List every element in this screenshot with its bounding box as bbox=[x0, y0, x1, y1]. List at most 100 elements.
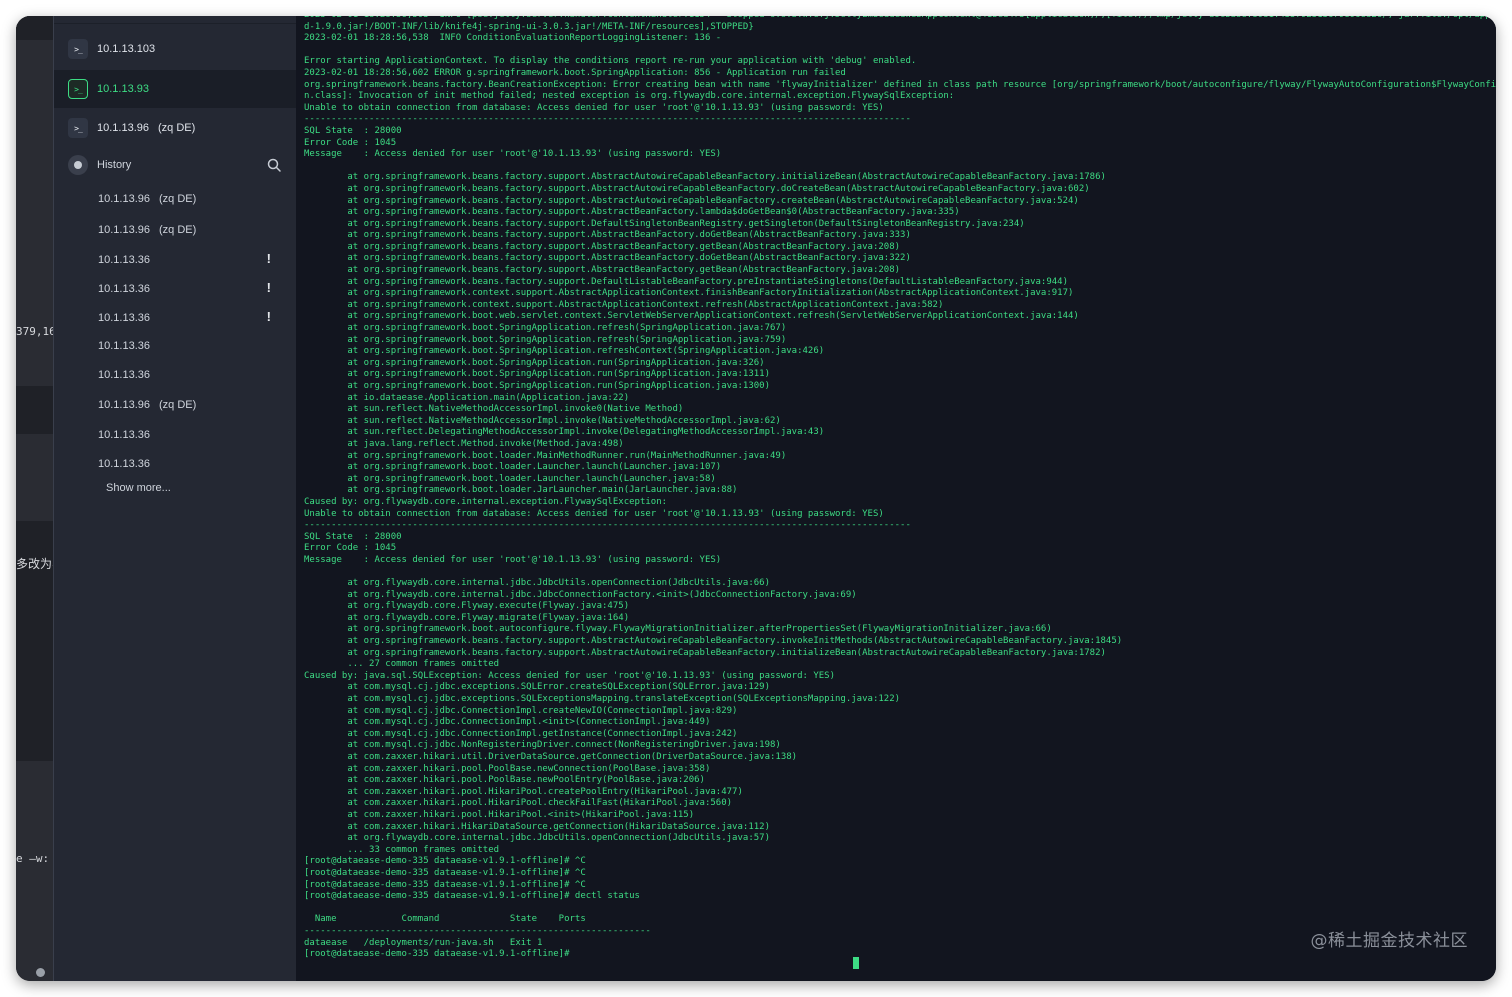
terminal-line: at org.flywaydb.core.internal.jdbc.JdbcU… bbox=[304, 578, 770, 589]
background-dot bbox=[36, 968, 45, 977]
terminal-line: at org.springframework.beans.factory.sup… bbox=[304, 253, 911, 264]
terminal-icon: >_ bbox=[68, 79, 88, 99]
terminal-line: at org.flywaydb.core.Flyway.execute(Flyw… bbox=[304, 601, 630, 612]
terminal-line: at com.zaxxer.hikari.pool.HikariPool.che… bbox=[304, 798, 733, 809]
history-item-label: 10.1.13.36 bbox=[98, 311, 150, 324]
history-item[interactable]: 10.1.13.96 (zq DE) bbox=[54, 184, 296, 213]
background-cjk-text: 多改为实 bbox=[16, 557, 53, 571]
terminal-line: 2023-02-01 18:28:56,503 INFO [pse.jetty.… bbox=[304, 16, 1496, 22]
terminal-line: at com.mysql.cj.jdbc.ConnectionImpl.crea… bbox=[304, 705, 738, 716]
watermark: @稀土掘金技术社区 bbox=[1310, 931, 1468, 951]
terminal-line: d-1.9.0.jar!/BOOT-INF/lib/knife4j-spring… bbox=[304, 21, 754, 32]
terminal-line: at com.zaxxer.hikari.pool.HikariPool.cre… bbox=[304, 786, 743, 797]
history-item-tag: (zq DE) bbox=[159, 192, 197, 205]
terminal-line: Error starting ApplicationContext. To di… bbox=[304, 56, 917, 67]
terminal-line: at org.springframework.beans.factory.sup… bbox=[304, 183, 1090, 194]
terminal-line: at com.zaxxer.hikari.pool.PoolBase.newPo… bbox=[304, 775, 705, 786]
terminal-line: at com.zaxxer.hikari.HikariDataSource.ge… bbox=[304, 821, 770, 832]
history-item-label: 10.1.13.96 bbox=[98, 192, 150, 205]
terminal-line: at sun.reflect.DelegatingMethodAccessorI… bbox=[304, 427, 825, 438]
history-item-label: 10.1.13.36 bbox=[98, 253, 150, 266]
terminal-line: at com.zaxxer.hikari.pool.HikariPool.<in… bbox=[304, 809, 695, 820]
terminal-line: at org.flywaydb.core.internal.jdbc.JdbcC… bbox=[304, 589, 857, 600]
history-item[interactable]: 10.1.13.96 (zq DE) bbox=[54, 390, 296, 419]
background-coords-text: 379,16 bbox=[16, 325, 53, 338]
terminal-line: at com.zaxxer.hikari.pool.PoolBase.newCo… bbox=[304, 763, 711, 774]
terminal-line: at org.springframework.boot.loader.MainM… bbox=[304, 450, 787, 461]
history-item-label: 10.1.13.96 bbox=[98, 223, 150, 236]
connection-tag: (zq DE) bbox=[158, 122, 196, 134]
history-header: History bbox=[54, 149, 296, 181]
terminal-line: at org.springframework.boot.SpringApplic… bbox=[304, 346, 825, 357]
terminal-line: at org.flywaydb.core.Flyway.migrate(Flyw… bbox=[304, 612, 630, 623]
terminal-line: 2023-02-01 18:28:56,602 ERROR g.springfr… bbox=[304, 67, 846, 78]
terminal-line: at org.springframework.beans.factory.sup… bbox=[304, 218, 1025, 229]
terminal-line: Message : Access denied for user 'root'@… bbox=[304, 554, 722, 565]
terminal-line: Error Code : 1045 bbox=[304, 543, 397, 554]
terminal-line: at org.springframework.boot.SpringApplic… bbox=[304, 369, 770, 380]
terminal-line: SQL State : 28000 bbox=[304, 531, 402, 542]
terminal-lines: 2023-02-01 18:28:56,503 INFO [pse.jetty.… bbox=[304, 16, 1496, 961]
history-item[interactable]: 10.1.13.36 ! bbox=[54, 303, 296, 332]
terminal-line: at org.springframework.beans.factory.sup… bbox=[304, 172, 1106, 183]
terminal-line: at org.springframework.beans.factory.sup… bbox=[304, 276, 1069, 287]
terminal-line: n.class]: Invocation of init method fail… bbox=[304, 91, 955, 102]
terminal-line: at org.springframework.boot.SpringApplic… bbox=[304, 381, 770, 391]
history-item[interactable]: 10.1.13.36 ! bbox=[54, 245, 296, 274]
sidebar-connection[interactable]: >_ 10.1.13.103 bbox=[54, 30, 296, 68]
terminal-line: at org.springframework.boot.loader.Launc… bbox=[304, 462, 722, 473]
terminal-line: at org.springframework.boot.loader.JarLa… bbox=[304, 485, 738, 496]
connection-label: 10.1.13.96 bbox=[97, 122, 149, 134]
history-item[interactable]: 10.1.13.36 ! bbox=[54, 274, 296, 303]
terminal-output[interactable]: 2023-02-01 18:28:56,503 INFO [pse.jetty.… bbox=[296, 16, 1496, 981]
terminal-line: org.springframework.beans.factory.BeanCr… bbox=[304, 79, 1496, 90]
sidebar: >_ 10.1.13.103 >_ 10.1.13.93 >_ 10.1.13.… bbox=[53, 16, 296, 981]
history-item[interactable]: 10.1.13.36 bbox=[54, 449, 296, 478]
show-more-link[interactable]: Show more... bbox=[106, 482, 171, 494]
history-item[interactable]: 10.1.13.36 bbox=[54, 420, 296, 449]
terminal-line: [root@dataease-demo-335 dataease-v1.9.1-… bbox=[304, 891, 640, 902]
history-item-label: 10.1.13.96 bbox=[98, 398, 150, 411]
terminal-line: at io.dataease.Application.main(Applicat… bbox=[304, 392, 630, 403]
terminal-line: ... 33 common frames omitted bbox=[304, 844, 500, 855]
terminal-line: [root@dataease-demo-335 dataease-v1.9.1-… bbox=[304, 879, 586, 890]
terminal-line: at org.springframework.context.support.A… bbox=[304, 299, 944, 310]
terminal-line: at org.springframework.beans.factory.sup… bbox=[304, 207, 960, 218]
terminal-line: at com.mysql.cj.jdbc.exceptions.SQLExcep… bbox=[304, 694, 901, 705]
history-item[interactable]: 10.1.13.96 (zq DE) bbox=[54, 215, 296, 244]
sidebar-connection[interactable]: >_ 10.1.13.96 (zq DE) bbox=[54, 109, 296, 147]
terminal-line: at org.flywaydb.core.internal.jdbc.JdbcU… bbox=[304, 833, 770, 844]
sidebar-connection-active[interactable]: >_ 10.1.13.93 bbox=[54, 70, 296, 108]
warning-icon: ! bbox=[266, 280, 271, 295]
history-item[interactable]: 10.1.13.36 bbox=[54, 331, 296, 360]
terminal-icon: >_ bbox=[68, 118, 88, 138]
terminal-line: at java.lang.reflect.Method.invoke(Metho… bbox=[304, 438, 624, 449]
history-item-label: 10.1.13.36 bbox=[98, 339, 150, 352]
terminal-line: at org.springframework.boot.web.servlet.… bbox=[304, 311, 1079, 322]
terminal-line: ----------------------------------------… bbox=[304, 520, 911, 531]
search-icon[interactable] bbox=[267, 158, 281, 172]
history-item-label: 10.1.13.36 bbox=[98, 457, 150, 470]
sidebar-item-stub[interactable] bbox=[54, 16, 296, 24]
terminal-line: at org.springframework.boot.SpringApplic… bbox=[304, 357, 765, 368]
terminal-line: at com.mysql.cj.jdbc.ConnectionImpl.getI… bbox=[304, 728, 738, 739]
history-item-tag: (zq DE) bbox=[159, 398, 197, 411]
terminal-line: at sun.reflect.NativeMethodAccessorImpl.… bbox=[304, 415, 781, 426]
history-item[interactable]: 10.1.13.36 bbox=[54, 360, 296, 389]
terminal-line: at org.springframework.boot.SpringApplic… bbox=[304, 334, 787, 345]
warning-icon: ! bbox=[266, 309, 271, 324]
connection-label: 10.1.13.93 bbox=[97, 83, 149, 95]
terminal-line: at org.springframework.boot.autoconfigur… bbox=[304, 624, 1052, 635]
terminal-line: Error Code : 1045 bbox=[304, 137, 397, 148]
terminal-line: ... 27 common frames omitted bbox=[304, 659, 500, 670]
history-item-label: 10.1.13.36 bbox=[98, 282, 150, 295]
terminal-line: Name Command State Ports bbox=[304, 914, 586, 925]
terminal-line: Caused by: org.flywaydb.core.internal.ex… bbox=[304, 496, 668, 507]
terminal-line: at org.springframework.beans.factory.sup… bbox=[304, 230, 911, 241]
terminal-line: Unable to obtain connection from databas… bbox=[304, 102, 884, 113]
background-command-text: e —w: bbox=[16, 852, 50, 865]
terminal-line: at org.springframework.boot.SpringApplic… bbox=[304, 323, 787, 334]
terminal-line: 2023-02-01 18:28:56,538 INFO ConditionEv… bbox=[304, 33, 722, 44]
